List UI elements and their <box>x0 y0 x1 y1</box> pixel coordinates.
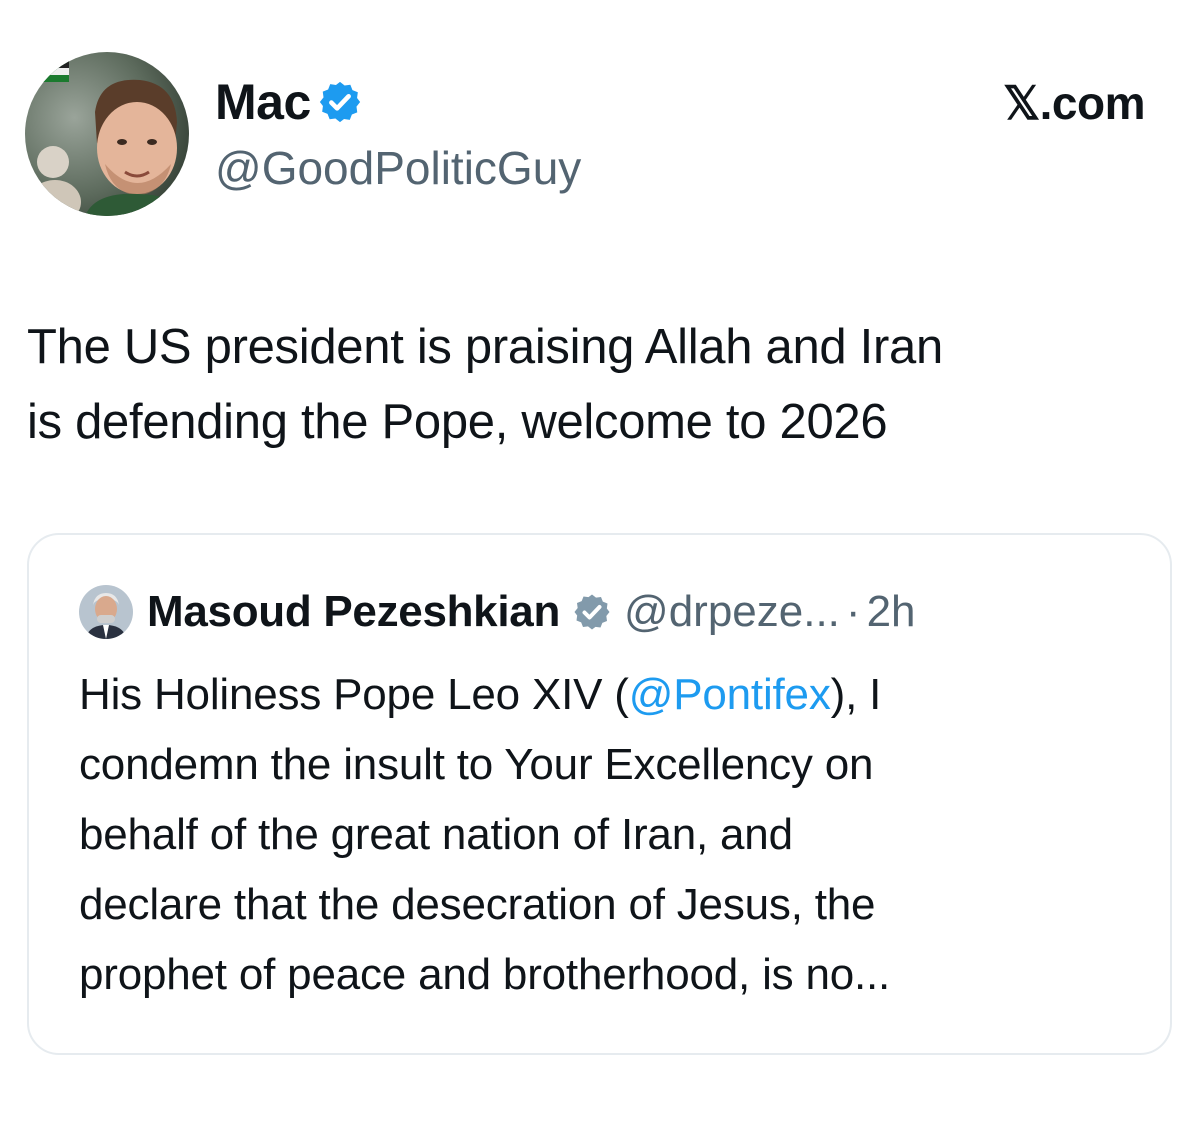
tweet-text: The US president is praising Allah and I… <box>27 310 1177 460</box>
author-display-name[interactable]: Mac <box>215 74 363 130</box>
quoted-tweet-card[interactable]: Masoud Pezeshkian @drpeze... · 2h His Ho… <box>27 533 1172 1055</box>
author-handle[interactable]: @GoodPoliticGuy <box>215 140 581 196</box>
quoted-author-name[interactable]: Masoud Pezeshkian <box>147 585 560 639</box>
mention-link[interactable]: @Pontifex <box>629 670 831 719</box>
quoted-tweet-header: Masoud Pezeshkian @drpeze... · 2h <box>79 585 916 639</box>
author-avatar[interactable] <box>25 52 189 216</box>
tweet-text-line: The US president is praising Allah and I… <box>27 320 943 374</box>
quoted-text-suffix: ), I <box>830 670 882 719</box>
quoted-author-avatar[interactable] <box>79 585 133 639</box>
quoted-tweet-timestamp[interactable]: 2h <box>867 585 916 639</box>
quoted-tweet-text: His Holiness Pope Leo XIV (@Pontifex), I… <box>79 660 1139 1010</box>
quoted-text-line: condemn the insult to Your Excellency on <box>79 740 874 789</box>
gray-verified-badge-icon <box>574 594 610 630</box>
quoted-text-line: His Holiness Pope Leo XIV (@Pontifex), I <box>79 660 1139 730</box>
author-name-text: Mac <box>215 74 311 130</box>
verified-badge-icon <box>319 81 360 123</box>
quoted-author-handle[interactable]: @drpeze... <box>624 585 840 639</box>
x-brand-logo: 𝕏.com <box>1003 77 1145 129</box>
quoted-text-line: behalf of the great nation of Iran, and <box>79 810 793 859</box>
quoted-text-line: declare that the desecration of Jesus, t… <box>79 880 876 929</box>
header-separator: · <box>845 587 861 636</box>
quoted-text-line: prophet of peace and brotherhood, is no.… <box>79 950 891 999</box>
tweet-text-line: is defending the Pope, welcome to 2026 <box>27 395 888 449</box>
quoted-text-prefix: His Holiness Pope Leo XIV ( <box>79 670 629 719</box>
